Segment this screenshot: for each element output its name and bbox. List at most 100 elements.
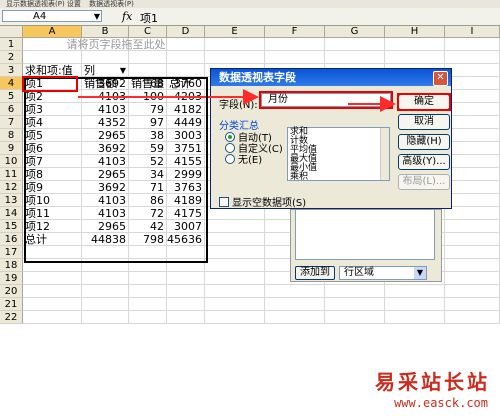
table-cell[interactable]: 68 xyxy=(129,77,167,90)
table-cell[interactable]: 4175 xyxy=(167,207,205,220)
grid-cell[interactable] xyxy=(265,38,325,51)
grid-cell[interactable] xyxy=(23,259,82,272)
table-cell[interactable]: 3692 xyxy=(82,181,129,194)
grid-cell[interactable] xyxy=(325,285,385,298)
table-cell[interactable]: 86 xyxy=(129,194,167,207)
grid-cell[interactable] xyxy=(82,311,129,324)
toolbar-right-text[interactable]: 数据透视表(P) xyxy=(89,0,134,8)
table-cell[interactable]: 71 xyxy=(129,181,167,194)
grid-cell[interactable] xyxy=(385,38,445,51)
grid-cell[interactable] xyxy=(325,298,385,311)
grid-cell[interactable] xyxy=(167,246,205,259)
table-cell[interactable]: 4103 xyxy=(82,90,129,103)
row-header[interactable]: 16 xyxy=(0,233,23,246)
pivot-row-label[interactable]: 项8 xyxy=(23,168,82,181)
table-cell[interactable]: 4103 xyxy=(82,207,129,220)
grid-cell[interactable] xyxy=(129,64,167,77)
pivot-row-label[interactable]: 项6 xyxy=(23,142,82,155)
grid-cell[interactable] xyxy=(445,51,500,64)
pivot-row-label[interactable]: 项9 xyxy=(23,181,82,194)
grid-cell[interactable] xyxy=(167,285,205,298)
grid-cell[interactable] xyxy=(325,51,385,64)
column-header[interactable]: G xyxy=(325,26,385,38)
grid-cell[interactable] xyxy=(129,298,167,311)
grid-cell[interactable] xyxy=(445,155,500,168)
row-header[interactable]: 18 xyxy=(0,259,23,272)
grid-cell[interactable] xyxy=(205,298,265,311)
layout-button[interactable]: 布局(L)... xyxy=(398,174,450,190)
grid-cell[interactable] xyxy=(265,51,325,64)
row-header[interactable]: 11 xyxy=(0,168,23,181)
table-cell[interactable]: 3751 xyxy=(167,142,205,155)
grid-cell[interactable] xyxy=(205,246,265,259)
table-cell[interactable]: 4103 xyxy=(82,103,129,116)
grid-cell[interactable] xyxy=(445,220,500,233)
grid-cell[interactable] xyxy=(445,103,500,116)
grid-cell[interactable] xyxy=(445,285,500,298)
grid-cell[interactable] xyxy=(23,51,82,64)
grid-cell[interactable] xyxy=(205,220,265,233)
table-cell[interactable]: 4182 xyxy=(167,103,205,116)
pivot-row-label[interactable]: 总计 xyxy=(23,233,82,246)
grid-cell[interactable] xyxy=(129,311,167,324)
grid-cell[interactable] xyxy=(82,51,129,64)
grid-cell[interactable] xyxy=(445,194,500,207)
function-list-item[interactable]: 乘积 xyxy=(290,173,389,182)
table-cell[interactable]: 100 xyxy=(129,90,167,103)
table-cell[interactable]: 3692 xyxy=(82,142,129,155)
row-header[interactable]: 7 xyxy=(0,116,23,129)
grid-cell[interactable] xyxy=(23,285,82,298)
grid-cell[interactable] xyxy=(205,285,265,298)
table-cell[interactable]: 59 xyxy=(129,142,167,155)
table-cell[interactable]: 2965 xyxy=(82,220,129,233)
grid-cell[interactable] xyxy=(445,142,500,155)
grid-cell[interactable] xyxy=(205,311,265,324)
grid-cell[interactable] xyxy=(445,272,500,285)
grid-cell[interactable] xyxy=(23,272,82,285)
table-cell[interactable]: 2965 xyxy=(82,129,129,142)
grid-cell[interactable] xyxy=(265,285,325,298)
grid-cell[interactable] xyxy=(82,259,129,272)
formula-input[interactable]: 项1 xyxy=(140,10,158,26)
row-header[interactable]: 4 xyxy=(0,77,23,90)
grid-cell[interactable] xyxy=(385,51,445,64)
grid-cell[interactable] xyxy=(445,311,500,324)
grid-cell[interactable] xyxy=(445,64,500,77)
table-cell[interactable]: 4449 xyxy=(167,116,205,129)
radio-none[interactable]: 无(E) xyxy=(225,151,262,166)
table-cell[interactable]: 798 xyxy=(129,233,167,246)
grid-cell[interactable] xyxy=(205,38,265,51)
table-cell[interactable]: 4352 xyxy=(82,116,129,129)
grid-cell[interactable] xyxy=(445,129,500,142)
grid-cell[interactable] xyxy=(445,116,500,129)
hide-button[interactable]: 隐藏(H) xyxy=(398,134,450,150)
row-header[interactable]: 10 xyxy=(0,155,23,168)
column-header[interactable]: F xyxy=(265,26,325,38)
grid-cell[interactable] xyxy=(167,51,205,64)
grid-cell[interactable] xyxy=(385,311,445,324)
row-header[interactable]: 14 xyxy=(0,207,23,220)
function-list[interactable]: 求和 计数 平均值 最大值 最小值 乘积 xyxy=(287,127,390,182)
close-icon[interactable]: ✕ xyxy=(433,71,448,86)
grid-cell[interactable] xyxy=(129,272,167,285)
table-cell[interactable]: 2999 xyxy=(167,168,205,181)
grid-cell[interactable] xyxy=(325,311,385,324)
grid-cell[interactable] xyxy=(205,233,265,246)
column-header[interactable]: A xyxy=(23,26,82,38)
grid-cell[interactable] xyxy=(325,38,385,51)
table-cell[interactable]: 38 xyxy=(129,129,167,142)
table-cell[interactable]: 3692 xyxy=(82,77,129,90)
table-cell[interactable]: 52 xyxy=(129,155,167,168)
grid-cell[interactable] xyxy=(82,285,129,298)
pivot-row-label[interactable]: 项12 xyxy=(23,220,82,233)
select-all-corner[interactable] xyxy=(0,26,23,38)
row-header[interactable]: 22 xyxy=(0,311,23,324)
row-header[interactable]: 8 xyxy=(0,129,23,142)
grid-cell[interactable] xyxy=(445,207,500,220)
grid-cell[interactable] xyxy=(167,298,205,311)
grid-cell[interactable] xyxy=(129,246,167,259)
table-cell[interactable]: 4155 xyxy=(167,155,205,168)
area-select[interactable]: 行区域 ▼ xyxy=(339,266,427,280)
grid-cell[interactable] xyxy=(167,64,205,77)
row-header[interactable]: 6 xyxy=(0,103,23,116)
